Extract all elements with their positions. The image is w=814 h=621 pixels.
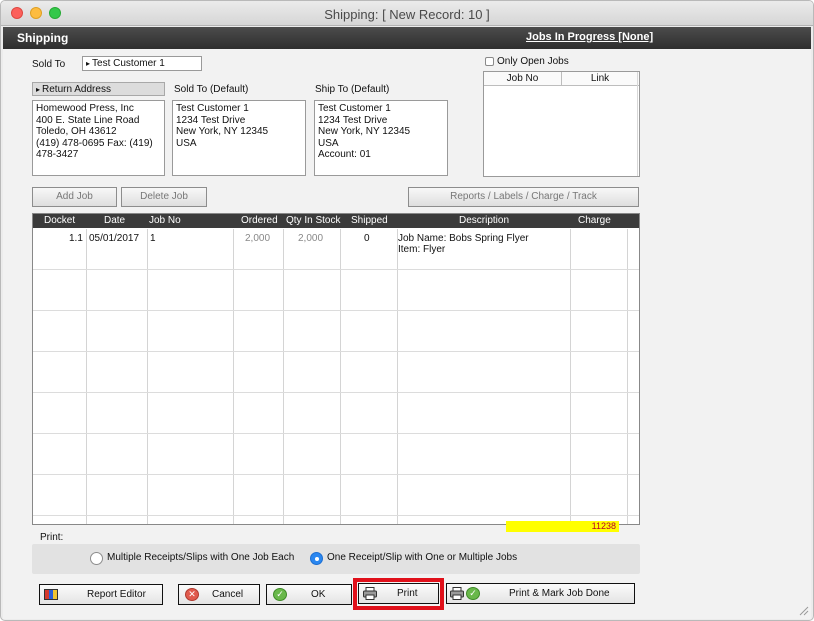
row-docket: 1.1 xyxy=(69,233,83,244)
cancel-icon: ✕ xyxy=(185,588,199,601)
grid-row-divider xyxy=(33,474,639,475)
add-job-button[interactable]: Add Job xyxy=(32,187,117,207)
jobs-table: Job No Link xyxy=(483,71,640,177)
print-label: Print: xyxy=(40,532,64,543)
resize-grip-icon[interactable] xyxy=(799,606,809,616)
sold-to-field[interactable]: Test Customer 1 xyxy=(82,56,202,71)
jobs-in-progress-link[interactable]: Jobs In Progress [None] xyxy=(526,31,653,43)
grid-row-divider xyxy=(33,392,639,393)
jobs-col-job-no: Job No xyxy=(506,73,539,84)
grid-col-divider xyxy=(147,229,148,524)
grid-col-divider xyxy=(283,229,284,524)
row-job-no: 1 xyxy=(150,233,156,244)
cancel-button[interactable]: ✕ Cancel xyxy=(178,584,260,605)
header-bar: Shipping Jobs In Progress [None] xyxy=(3,27,811,49)
grid-header: Docket Date Job No Ordered Qty In Stock … xyxy=(33,214,639,228)
checkmark-icon: ✓ xyxy=(466,587,480,600)
print-mark-job-done-label: Print & Mark Job Done xyxy=(509,588,610,599)
sold-to-value: Test Customer 1 xyxy=(92,58,165,69)
row-qty-in-stock: 2,000 xyxy=(298,233,324,244)
row-description-line1: Job Name: Bobs Spring Flyer xyxy=(398,233,529,244)
col-ordered: Ordered xyxy=(241,215,278,226)
col-shipped: Shipped xyxy=(351,215,388,226)
report-editor-button[interactable]: Report Editor xyxy=(39,584,163,605)
report-editor-icon xyxy=(44,589,58,600)
print-mark-job-done-button[interactable]: ✓ Print & Mark Job Done xyxy=(446,583,635,604)
col-job-no: Job No xyxy=(149,215,181,226)
radio-one-receipt-label: One Receipt/Slip with One or Multiple Jo… xyxy=(327,552,518,563)
grid-col-divider xyxy=(570,229,571,524)
record-number: 11238 xyxy=(591,521,616,531)
jobs-col-link: Link xyxy=(590,73,610,84)
delete-job-button[interactable]: Delete Job xyxy=(121,187,207,207)
row-description-line2: Item: Flyer xyxy=(398,244,446,255)
jobs-table-divider xyxy=(561,72,562,86)
printer-icon xyxy=(450,587,464,600)
grid-row-divider xyxy=(33,310,639,311)
return-address-popup[interactable]: Return Address xyxy=(32,82,165,96)
shipping-items-grid: Docket Date Job No Ordered Qty In Stock … xyxy=(32,213,640,525)
sold-to-default-label: Sold To (Default) xyxy=(174,84,249,95)
ok-label: OK xyxy=(311,589,326,600)
only-open-jobs-checkbox[interactable] xyxy=(485,57,494,66)
grid-row-divider xyxy=(33,433,639,434)
col-docket: Docket xyxy=(44,215,76,226)
grid-col-divider xyxy=(340,229,341,524)
grid-row-divider xyxy=(33,351,639,352)
grid-col-divider xyxy=(627,229,628,524)
record-number-bar: 11238 xyxy=(506,521,619,532)
grid-row-divider xyxy=(33,269,639,270)
radio-multiple-receipts[interactable] xyxy=(90,552,103,565)
title-bar: Shipping: [ New Record: 10 ] xyxy=(1,1,813,26)
print-options-panel: Multiple Receipts/Slips with One Job Eac… xyxy=(32,544,640,574)
grid-col-divider xyxy=(397,229,398,524)
radio-one-receipt[interactable] xyxy=(310,552,323,565)
print-button-highlight xyxy=(353,578,444,610)
window-title: Shipping: [ New Record: 10 ] xyxy=(324,7,490,22)
report-editor-label: Report Editor xyxy=(87,589,146,600)
col-charge: Charge xyxy=(578,215,611,226)
page-title: Shipping xyxy=(17,31,69,45)
col-qty-in-stock: Qty In Stock xyxy=(286,215,341,226)
row-ordered: 2,000 xyxy=(245,233,271,244)
ship-to-default-field[interactable]: Test Customer 1 1234 Test Drive New York… xyxy=(314,100,448,176)
row-shipped: 0 xyxy=(364,233,370,244)
grid-row-divider xyxy=(33,515,639,516)
row-date: 05/01/2017 xyxy=(89,233,140,244)
radio-multiple-receipts-label: Multiple Receipts/Slips with One Job Eac… xyxy=(107,552,295,563)
reports-labels-charge-track-button[interactable]: Reports / Labels / Charge / Track xyxy=(408,187,639,207)
return-address-label: Return Address xyxy=(42,84,111,95)
grid-col-divider xyxy=(233,229,234,524)
ok-button[interactable]: ✓ OK xyxy=(266,584,352,605)
grid-col-divider xyxy=(86,229,87,524)
form-content: Sold To Test Customer 1 Return Address H… xyxy=(3,49,811,619)
cancel-label: Cancel xyxy=(212,589,244,600)
return-address-field[interactable]: Homewood Press, Inc 400 E. State Line Ro… xyxy=(32,100,165,176)
ship-to-default-label: Ship To (Default) xyxy=(315,84,390,95)
shipping-window: Shipping: [ New Record: 10 ] Shipping Jo… xyxy=(0,0,814,621)
sold-to-default-field[interactable]: Test Customer 1 1234 Test Drive New York… xyxy=(172,100,306,176)
checkmark-icon: ✓ xyxy=(273,588,287,601)
sold-to-label: Sold To xyxy=(32,59,66,70)
only-open-jobs-label: Only Open Jobs xyxy=(497,56,569,67)
jobs-table-scrollbar[interactable] xyxy=(637,72,639,176)
col-date: Date xyxy=(104,215,126,226)
col-description: Description xyxy=(459,215,510,226)
